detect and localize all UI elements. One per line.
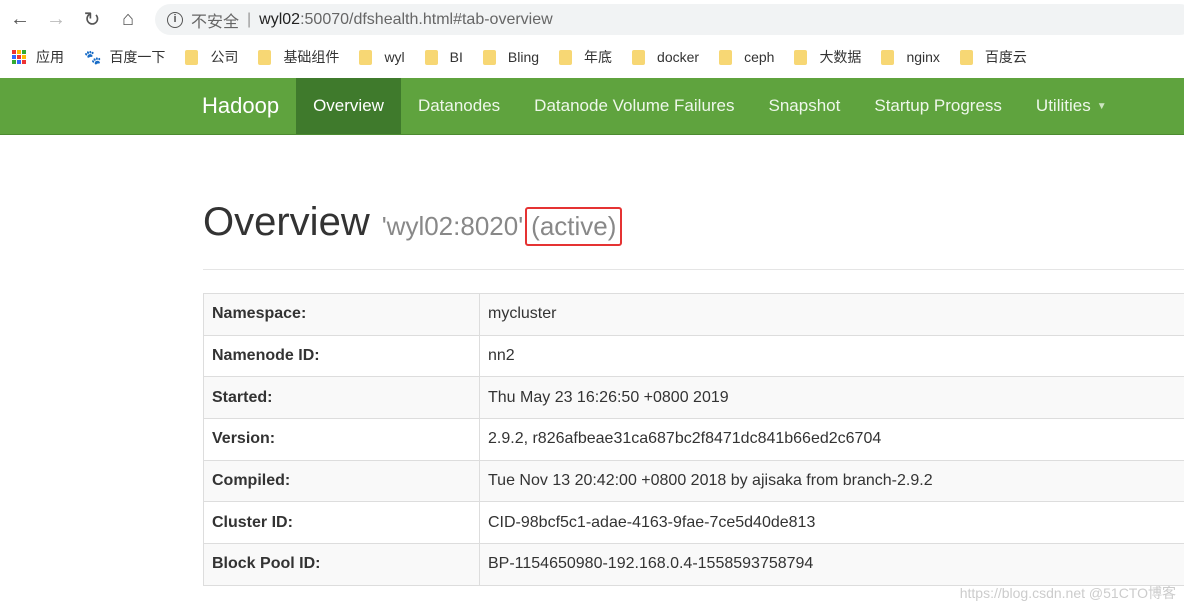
nav-volume-failures[interactable]: Datanode Volume Failures bbox=[517, 78, 751, 134]
bookmark-folder[interactable]: BI bbox=[424, 49, 463, 65]
watermark: https://blog.csdn.net @51CTO博客 bbox=[959, 585, 1176, 601]
bookmark-folder[interactable]: docker bbox=[632, 49, 699, 65]
page-header: Overview 'wyl02:8020' (active) bbox=[203, 200, 623, 246]
folder-icon bbox=[185, 49, 199, 65]
bookmark-baidu[interactable]: 🐾 百度一下 bbox=[84, 47, 165, 67]
bookmark-label: docker bbox=[657, 49, 700, 65]
row-label: Namenode ID: bbox=[203, 334, 480, 378]
browser-toolbar: ← → ↻ ⌂ i 不安全 | wyl02 :50070/dfshealth.h… bbox=[0, 0, 1184, 39]
brand-link[interactable]: Hadoop bbox=[185, 78, 296, 134]
folder-icon bbox=[881, 49, 895, 65]
folder-icon bbox=[258, 49, 272, 65]
folder-icon bbox=[359, 49, 373, 65]
folder-icon bbox=[482, 49, 496, 65]
baidu-paw-icon: 🐾 bbox=[84, 48, 102, 65]
bookmark-folder[interactable]: nginx bbox=[881, 49, 940, 65]
bookmark-label: nginx bbox=[906, 49, 940, 65]
folder-icon bbox=[959, 49, 973, 65]
table-row: Namenode ID: nn2 bbox=[203, 334, 1184, 378]
row-label: Cluster ID: bbox=[203, 501, 480, 545]
row-value: Tue Nov 13 20:42:00 +0800 2018 by ajisak… bbox=[479, 459, 1184, 503]
table-row: Version: 2.9.2, r826afbeae31ca687bc2f8471… bbox=[203, 418, 1184, 461]
nav-startup-progress[interactable]: Startup Progress bbox=[857, 78, 1019, 134]
folder-icon bbox=[632, 49, 646, 65]
row-value: nn2 bbox=[479, 334, 1184, 378]
bookmark-folder[interactable]: ceph bbox=[719, 49, 774, 65]
divider bbox=[203, 269, 1184, 270]
bookmark-apps[interactable]: 应用 bbox=[12, 47, 64, 67]
bookmark-folder[interactable]: 百度云 bbox=[959, 47, 1027, 67]
table-row: Cluster ID: CID-98bcf5c1-adae-4163-9fae-7… bbox=[203, 501, 1184, 545]
bookmark-folder[interactable]: Bling bbox=[482, 49, 540, 65]
bookmark-label: 基础组件 bbox=[283, 49, 340, 65]
bookmark-label: BI bbox=[449, 49, 463, 65]
bookmark-folder[interactable]: 基础组件 bbox=[258, 47, 339, 67]
table-row: Started: Thu May 23 16:26:50 +0800 2019 bbox=[203, 376, 1184, 420]
nav-utilities[interactable]: Utilities ▼ bbox=[1019, 78, 1124, 134]
bookmark-label: 应用 bbox=[36, 49, 64, 65]
row-value: 2.9.2, r826afbeae31ca687bc2f8471dc841b66… bbox=[479, 418, 1184, 461]
navbar: Hadoop Overview Datanodes Datanode Volum… bbox=[0, 78, 1184, 135]
table-row: Compiled: Tue Nov 13 20:42:00 +0800 2018 … bbox=[203, 459, 1184, 503]
row-value: CID-98bcf5c1-adae-4163-9fae-7ce5d40de813 bbox=[479, 501, 1184, 545]
table-row: Namespace: mycluster bbox=[203, 293, 1184, 336]
nav-overview[interactable]: Overview bbox=[296, 78, 401, 134]
folder-icon bbox=[559, 49, 573, 65]
url-path: :50070/dfshealth.html#tab-overview bbox=[300, 10, 553, 28]
row-label: Compiled: bbox=[203, 459, 480, 503]
reload-icon[interactable]: ↻ bbox=[74, 7, 110, 32]
ha-state-badge: (active) bbox=[525, 207, 623, 246]
bookmark-label: Bling bbox=[507, 49, 540, 65]
row-value: BP-1154650980-192.168.0.4-1558593758794 bbox=[479, 543, 1184, 586]
apps-icon bbox=[12, 50, 26, 64]
table-row: Block Pool ID: BP-1154650980-192.168.0.4-… bbox=[203, 543, 1184, 586]
row-label: Namespace: bbox=[203, 293, 480, 336]
bookmark-folder[interactable]: wyl bbox=[359, 49, 405, 65]
row-label: Block Pool ID: bbox=[203, 543, 480, 586]
page-title: Overview bbox=[203, 200, 370, 244]
folder-icon bbox=[424, 49, 438, 65]
bookmark-label: 大数据 bbox=[819, 49, 862, 65]
forward-icon[interactable]: → bbox=[38, 8, 74, 31]
bookmark-label: ceph bbox=[744, 49, 775, 65]
bookmark-label: wyl bbox=[384, 49, 405, 65]
security-label: 不安全 bbox=[191, 13, 240, 31]
home-icon[interactable]: ⌂ bbox=[110, 8, 146, 31]
nav-datanodes[interactable]: Datanodes bbox=[401, 78, 517, 134]
bookmarks-bar: 应用 🐾 百度一下 公司 基础组件 wyl BI Bling 年底 docker … bbox=[0, 39, 1184, 75]
overview-table: Namespace: mycluster Namenode ID: nn2 Star… bbox=[203, 293, 1184, 586]
row-value: mycluster bbox=[479, 293, 1184, 336]
utilities-label: Utilities bbox=[1035, 96, 1091, 115]
row-label: Started: bbox=[203, 376, 480, 420]
back-icon[interactable]: ← bbox=[2, 8, 38, 31]
info-icon[interactable]: i bbox=[167, 11, 183, 28]
nav-snapshot[interactable]: Snapshot bbox=[752, 78, 858, 134]
bookmark-label: 百度云 bbox=[984, 49, 1027, 65]
folder-icon bbox=[719, 49, 733, 65]
row-label: Version: bbox=[203, 418, 480, 461]
address-bar[interactable]: i 不安全 | wyl02 :50070/dfshealth.html#tab-… bbox=[155, 4, 1184, 35]
bookmark-folder[interactable]: 公司 bbox=[185, 47, 238, 67]
bookmark-label: 百度一下 bbox=[109, 49, 166, 65]
bookmark-folder[interactable]: 大数据 bbox=[794, 47, 861, 67]
bookmark-label: 年底 bbox=[584, 49, 613, 65]
caret-down-icon: ▼ bbox=[1096, 100, 1107, 112]
bookmark-label: 公司 bbox=[210, 49, 239, 65]
namenode-host: 'wyl02:8020' bbox=[381, 211, 524, 241]
folder-icon bbox=[794, 49, 808, 65]
url-host: wyl02 bbox=[259, 10, 301, 28]
row-value: Thu May 23 16:26:50 +0800 2019 bbox=[479, 376, 1184, 420]
bookmark-folder[interactable]: 年底 bbox=[559, 47, 612, 67]
